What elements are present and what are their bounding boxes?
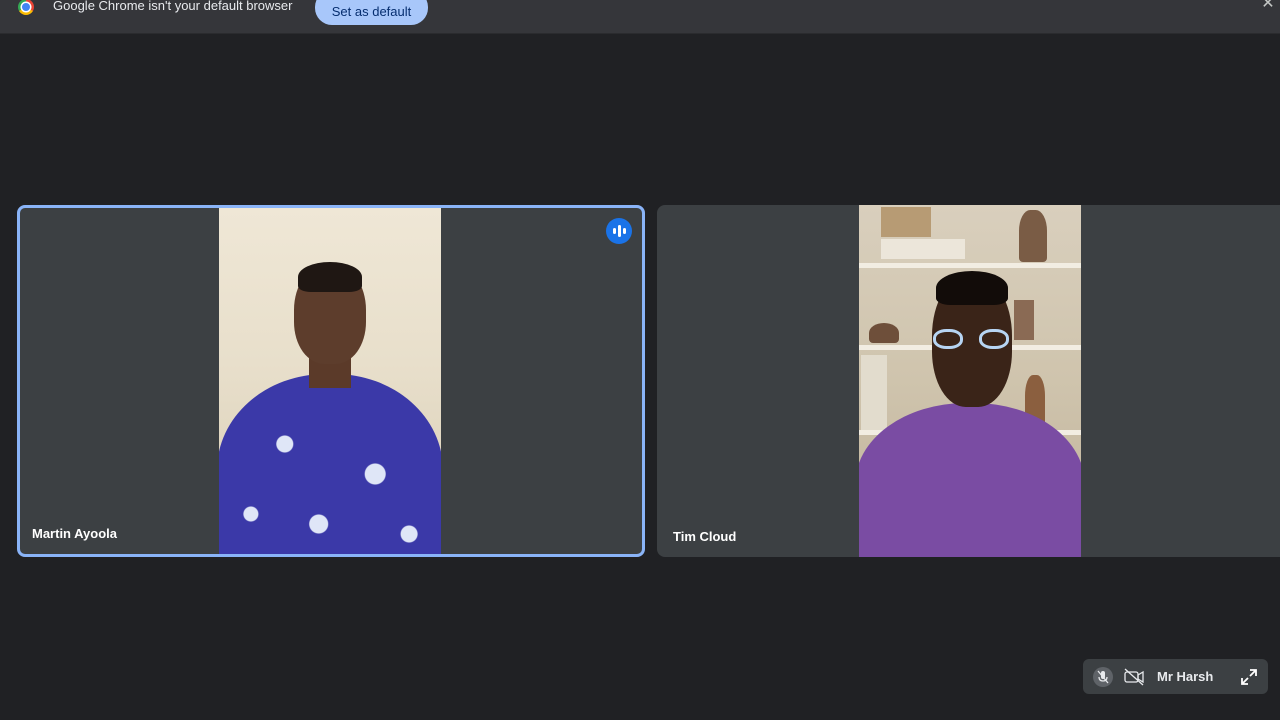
- participant-tile-tim[interactable]: Tim Cloud: [657, 205, 1280, 557]
- participant-video: [859, 205, 1081, 557]
- set-as-default-button[interactable]: Set as default: [315, 0, 428, 25]
- self-view-tile[interactable]: Mr Harsh: [1083, 659, 1268, 694]
- speaking-indicator-icon: [606, 218, 632, 244]
- participant-name: Martin Ayoola: [32, 526, 117, 541]
- participant-tile-martin[interactable]: Martin Ayoola: [17, 205, 645, 557]
- chrome-logo-icon: [18, 0, 34, 15]
- close-icon[interactable]: ✕: [1260, 0, 1276, 12]
- participant-video: [219, 208, 441, 554]
- mic-off-icon[interactable]: [1093, 667, 1113, 687]
- participant-name: Tim Cloud: [673, 529, 737, 544]
- default-browser-infobar: Google Chrome isn't your default browser…: [0, 0, 1280, 34]
- infobar-message: Google Chrome isn't your default browser: [53, 0, 293, 13]
- self-view-name: Mr Harsh: [1157, 669, 1214, 684]
- camera-off-icon[interactable]: [1123, 667, 1145, 687]
- expand-icon[interactable]: [1239, 667, 1259, 687]
